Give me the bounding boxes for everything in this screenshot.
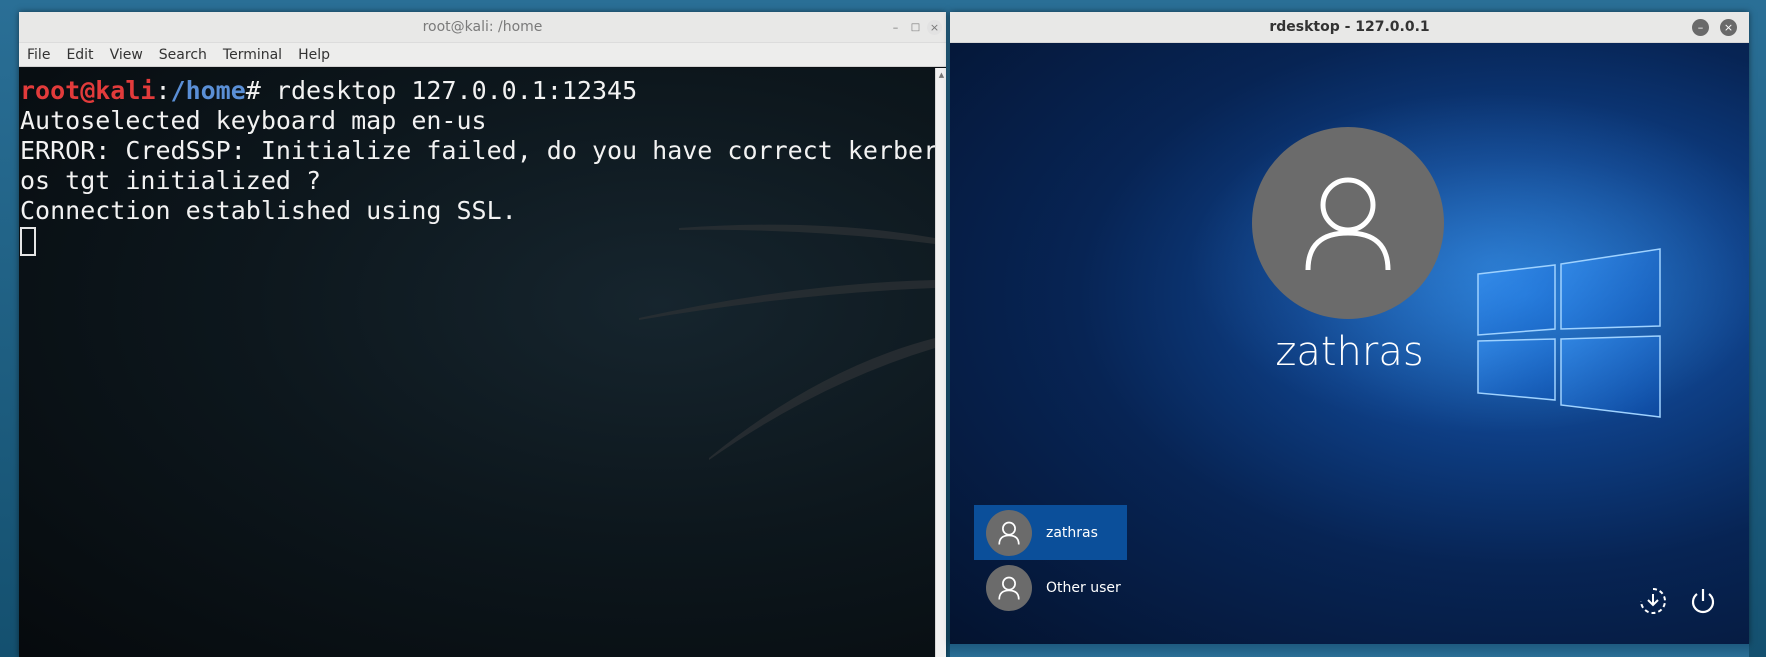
scroll-up-icon[interactable]: ▲ xyxy=(936,68,947,82)
rdesktop-titlebar[interactable]: rdesktop - 127.0.0.1 – × xyxy=(950,12,1749,43)
windows-login-screen[interactable]: zathras zathras Other user xyxy=(950,43,1749,644)
terminal-cursor xyxy=(20,227,36,256)
output-line: os tgt initialized ? xyxy=(20,166,322,195)
output-line: ERROR: CredSSP: Initialize failed, do yo… xyxy=(20,136,935,165)
terminal-menubar: File Edit View Search Terminal Help xyxy=(19,43,946,67)
user-avatar xyxy=(986,564,1032,611)
menu-search[interactable]: Search xyxy=(159,47,207,63)
user-icon xyxy=(998,521,1020,545)
menu-view[interactable]: View xyxy=(110,47,143,63)
ease-of-access-icon[interactable] xyxy=(1635,583,1671,619)
power-icon[interactable] xyxy=(1685,583,1721,619)
prompt-user: root@kali xyxy=(20,76,156,105)
rdesktop-window[interactable]: rdesktop - 127.0.0.1 – × zathras zathras… xyxy=(950,12,1749,644)
user-tile-zathras[interactable]: zathras xyxy=(974,505,1127,560)
minimize-icon[interactable]: – xyxy=(888,20,903,35)
close-icon[interactable]: × xyxy=(927,20,942,35)
output-line: Autoselected keyboard map en-us xyxy=(20,106,487,135)
close-icon[interactable]: × xyxy=(1720,19,1737,36)
terminal-text: root@kali:/home# rdesktop 127.0.0.1:1234… xyxy=(20,76,935,256)
menu-file[interactable]: File xyxy=(27,47,50,63)
menu-terminal[interactable]: Terminal xyxy=(223,47,282,63)
terminal-scrollbar[interactable]: ▲ xyxy=(935,68,946,657)
terminal-titlebar[interactable]: root@kali: /home – □ × xyxy=(19,12,946,43)
prompt-colon: : xyxy=(155,76,171,105)
terminal-title: root@kali: /home xyxy=(422,19,543,35)
user-icon xyxy=(1305,177,1391,271)
desktop-background xyxy=(950,644,1749,657)
menu-help[interactable]: Help xyxy=(298,47,330,63)
prompt-hash: # xyxy=(245,76,276,105)
selected-user-name: zathras xyxy=(1275,329,1424,375)
prompt-path: /home xyxy=(170,76,246,105)
command-text: rdesktop 127.0.0.1:12345 xyxy=(275,76,638,105)
user-icon xyxy=(998,576,1020,600)
user-tile-label: zathras xyxy=(1046,524,1098,541)
user-avatar-large xyxy=(1252,127,1444,319)
user-avatar xyxy=(986,509,1032,556)
output-line: Connection established using SSL. xyxy=(20,196,517,225)
terminal-window[interactable]: root@kali: /home – □ × File Edit View Se… xyxy=(19,12,946,657)
minimize-icon[interactable]: – xyxy=(1692,19,1709,36)
terminal-output[interactable]: root@kali:/home# rdesktop 127.0.0.1:1234… xyxy=(19,68,935,657)
menu-edit[interactable]: Edit xyxy=(66,47,93,63)
user-tile-label: Other user xyxy=(1046,579,1121,596)
rdesktop-title: rdesktop - 127.0.0.1 xyxy=(1269,19,1430,35)
maximize-icon[interactable]: □ xyxy=(908,20,923,35)
user-tile-other-user[interactable]: Other user xyxy=(974,560,1127,615)
